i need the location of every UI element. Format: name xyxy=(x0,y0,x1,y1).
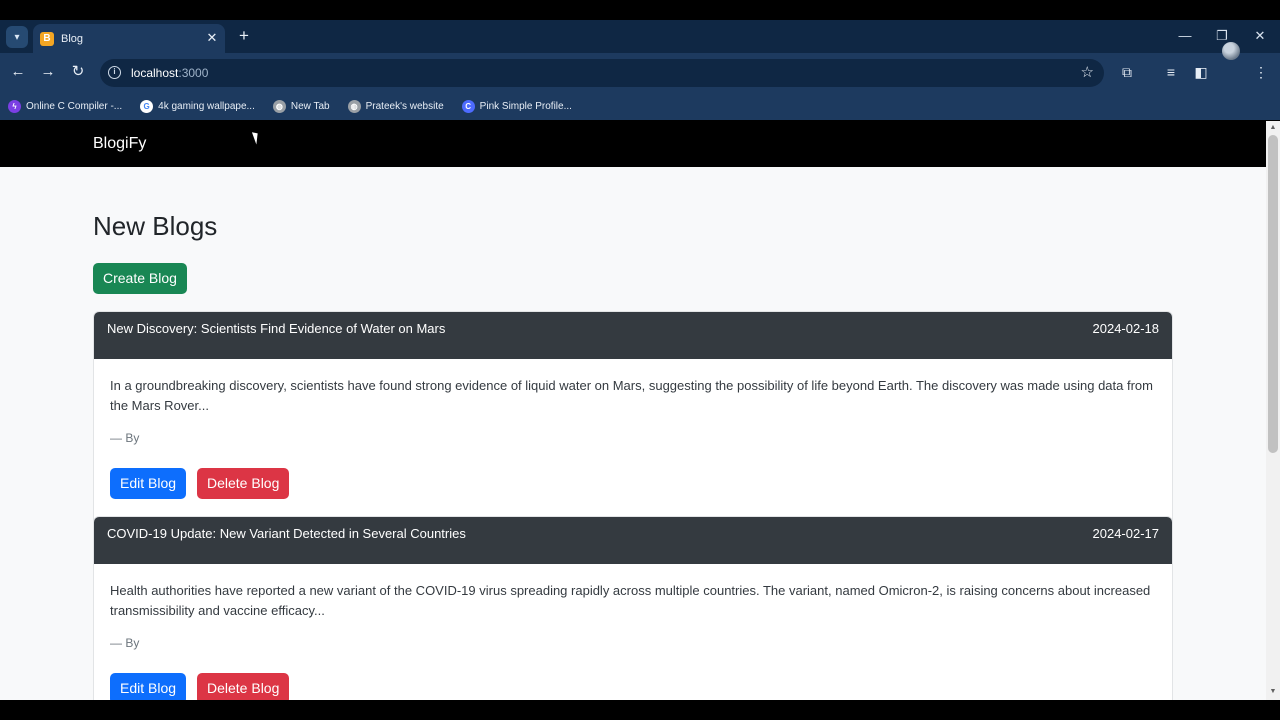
bookmark-label: Online C Compiler -... xyxy=(26,101,123,112)
google-icon: G xyxy=(140,100,154,113)
minimize-icon[interactable]: — xyxy=(1175,26,1195,46)
browser-toolbar: ← → ↻ i localhost:3000 ☆ ⧉ ≡ ◧ ⋮ xyxy=(0,53,1280,93)
globe-icon: ◍ xyxy=(272,100,286,113)
scroll-up-icon[interactable]: ▲ xyxy=(1269,124,1277,132)
scrollbar-thumb[interactable] xyxy=(1268,135,1278,453)
browser-chrome: ▾ B Blog ✕ + — ❐ ✕ ← → ↻ i localhost:300… xyxy=(0,20,1280,120)
url-host: localhost xyxy=(131,66,179,80)
screen: ▾ B Blog ✕ + — ❐ ✕ ← → ↻ i localhost:300… xyxy=(0,0,1280,720)
bookmark-item[interactable]: G 4k gaming wallpape... xyxy=(140,100,255,113)
blog-date: 2024-02-18 xyxy=(1092,321,1160,336)
blog-title: COVID-19 Update: New Variant Detected in… xyxy=(107,526,466,541)
delete-blog-button[interactable]: Delete Blog xyxy=(197,673,290,700)
blog-card: New Discovery: Scientists Find Evidence … xyxy=(93,311,1173,526)
bookmark-item[interactable]: ϟ Online C Compiler -... xyxy=(8,100,122,113)
blogger-favicon-icon: B xyxy=(40,31,54,46)
edit-blog-button[interactable]: Edit Blog xyxy=(110,673,187,700)
blog-excerpt: In a groundbreaking discovery, scientist… xyxy=(110,378,1153,413)
scroll-down-icon[interactable]: ▼ xyxy=(1269,688,1277,696)
reload-icon[interactable]: ↻ xyxy=(68,62,88,82)
address-url[interactable]: localhost:3000 xyxy=(131,66,208,80)
card-header: New Discovery: Scientists Find Evidence … xyxy=(94,312,1172,359)
mouse-cursor-icon xyxy=(251,130,262,145)
page-title: New Blogs xyxy=(93,211,218,241)
brand-link[interactable]: BlogiFy xyxy=(93,135,146,153)
tab-strip: ▾ B Blog ✕ + — ❐ ✕ xyxy=(0,20,1280,53)
profile-avatar[interactable] xyxy=(1222,42,1240,60)
bookmark-label: New Tab xyxy=(290,101,330,112)
menu-kebab-icon[interactable]: ⋮ xyxy=(1250,61,1272,83)
edit-blog-button[interactable]: Edit Blog xyxy=(110,468,187,499)
tab-title: Blog xyxy=(61,32,84,45)
side-panel-icon[interactable]: ◧ xyxy=(1190,61,1212,83)
extensions-icon[interactable]: ⧉ xyxy=(1116,61,1138,83)
blog-author: — By xyxy=(110,636,140,650)
bookmark-item[interactable]: C Pink Simple Profile... xyxy=(461,100,572,113)
forward-icon[interactable]: → xyxy=(38,62,58,82)
bookmark-item[interactable]: ◍ Prateek's website xyxy=(347,100,444,113)
canva-icon: C xyxy=(461,100,475,113)
page-scrollbar[interactable]: ▲ ▼ xyxy=(1266,121,1280,700)
app-navbar: BlogiFy xyxy=(0,121,1266,167)
create-blog-button[interactable]: Create Blog xyxy=(93,263,187,294)
page-viewport: BlogiFy New Blogs Create Blog New Discov… xyxy=(0,121,1266,700)
blog-card: COVID-19 Update: New Variant Detected in… xyxy=(93,516,1173,700)
card-header: COVID-19 Update: New Variant Detected in… xyxy=(94,517,1172,564)
bookmark-label: Prateek's website xyxy=(365,101,444,112)
bookmark-item[interactable]: ◍ New Tab xyxy=(272,100,330,113)
bookmarks-bar: ϟ Online C Compiler -... G 4k gaming wal… xyxy=(0,93,1280,120)
address-bar[interactable]: i localhost:3000 ☆ xyxy=(100,59,1104,87)
new-tab-icon[interactable]: + xyxy=(235,26,253,46)
close-tab-icon[interactable]: ✕ xyxy=(205,31,219,45)
blog-title: New Discovery: Scientists Find Evidence … xyxy=(107,321,446,336)
bolt-icon: ϟ xyxy=(8,100,21,113)
site-info-icon[interactable]: i xyxy=(108,66,121,79)
blog-date: 2024-02-17 xyxy=(1092,526,1160,541)
bookmark-label: 4k gaming wallpape... xyxy=(158,101,255,112)
tab-search-icon[interactable]: ▾ xyxy=(6,26,28,48)
media-control-icon[interactable]: ≡ xyxy=(1160,61,1182,83)
blog-author: — By xyxy=(110,431,140,445)
url-port: :3000 xyxy=(178,66,209,80)
close-window-icon[interactable]: ✕ xyxy=(1250,26,1270,46)
globe-icon: ◍ xyxy=(347,100,361,113)
bookmark-label: Pink Simple Profile... xyxy=(479,101,572,112)
delete-blog-button[interactable]: Delete Blog xyxy=(197,468,290,499)
browser-tab[interactable]: B Blog ✕ xyxy=(33,24,225,53)
back-icon[interactable]: ← xyxy=(8,62,28,82)
blog-excerpt: Health authorities have reported a new v… xyxy=(110,583,1151,618)
bookmark-star-icon[interactable]: ☆ xyxy=(1081,63,1094,81)
